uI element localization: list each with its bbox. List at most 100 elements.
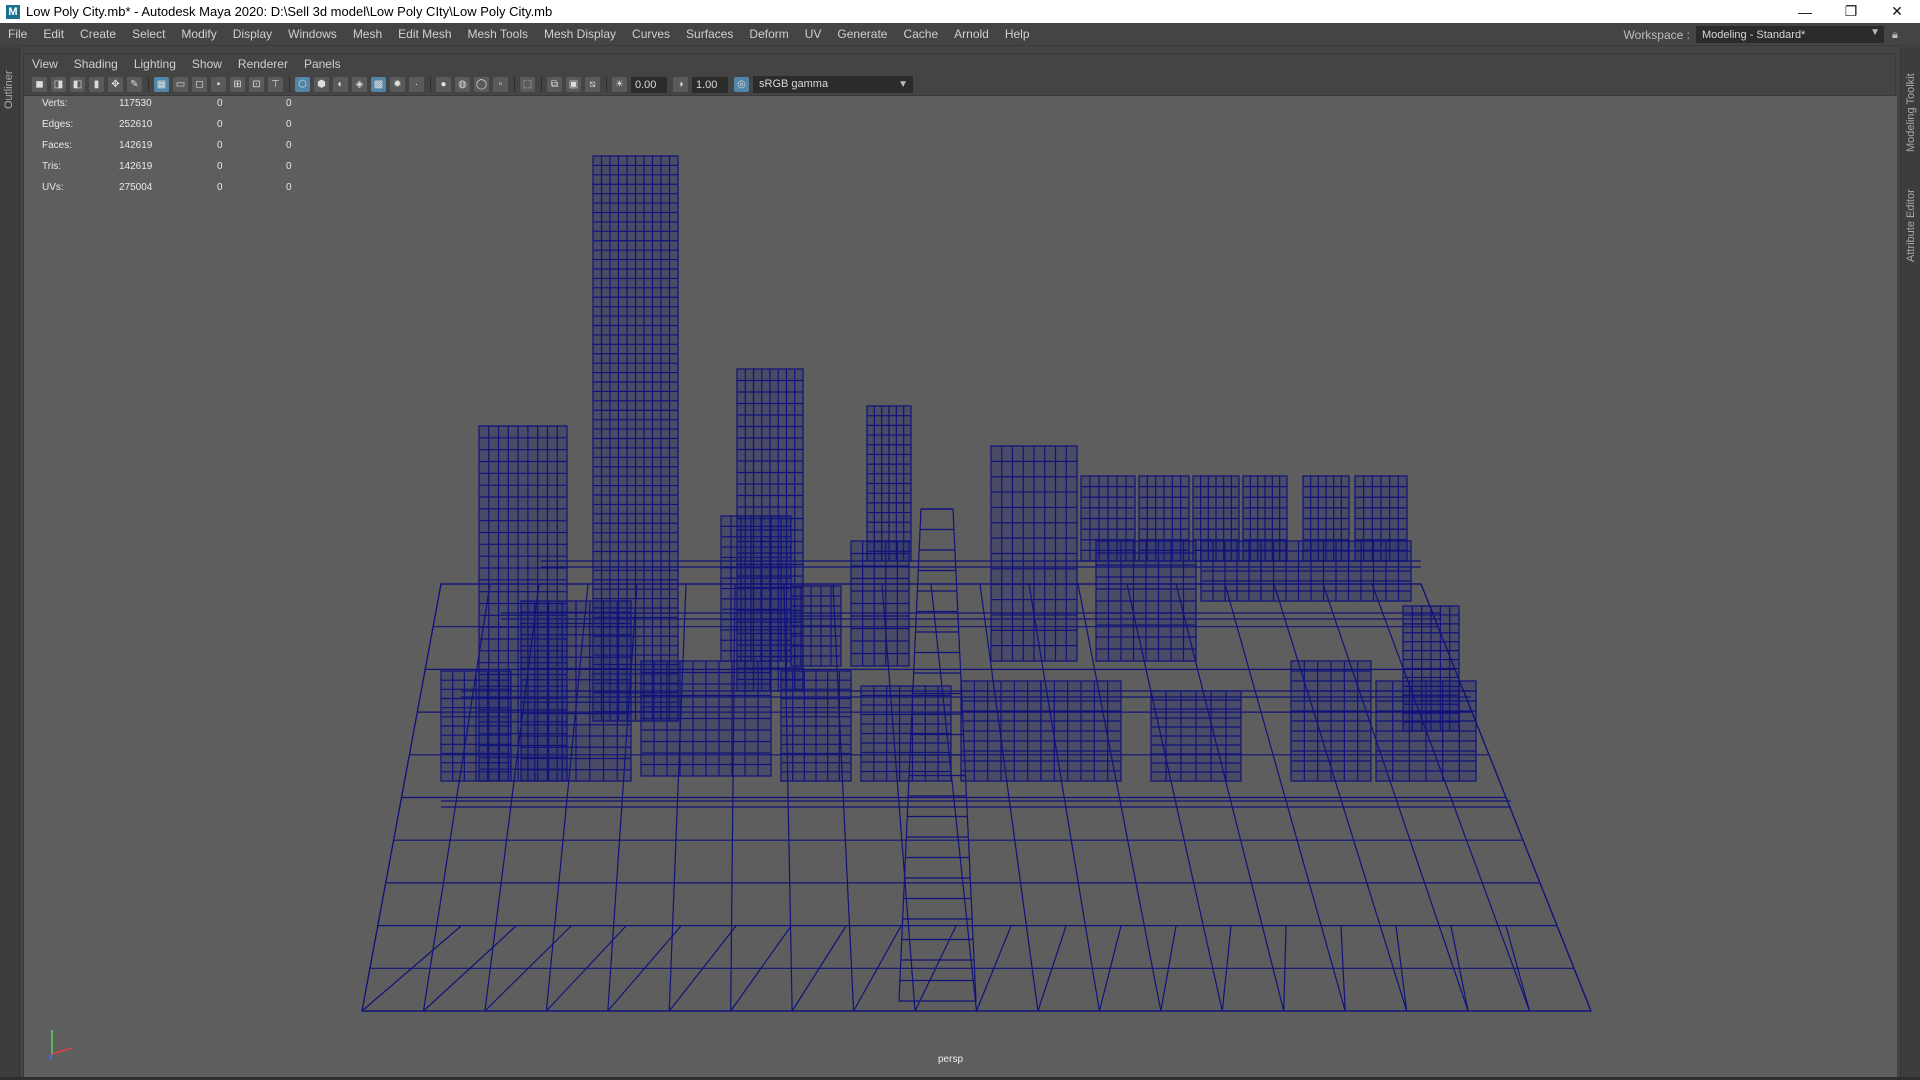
menu-surfaces[interactable]: Surfaces [678, 23, 741, 46]
menu-edit[interactable]: Edit [35, 23, 72, 46]
camera-select-icon[interactable]: ◼ [32, 77, 47, 92]
xray-joints-icon[interactable]: ▣ [566, 77, 581, 92]
lock-icon[interactable]: 🔒︎ [1892, 29, 1902, 41]
hud-value: 0 [286, 182, 292, 193]
attribute-editor-tab[interactable]: Attribute Editor [1905, 189, 1917, 262]
menu-modify[interactable]: Modify [173, 23, 224, 46]
safe-title-icon[interactable]: ⊤ [268, 77, 283, 92]
film-gate-icon[interactable]: ▭ [173, 77, 188, 92]
two-d-pan-icon[interactable]: ✥ [108, 77, 123, 92]
hud-value: 0 [217, 140, 223, 151]
grid-icon[interactable]: ▦ [154, 77, 169, 92]
panel-menu-shading[interactable]: Shading [66, 57, 126, 71]
left-side-strip: Outliner [0, 47, 20, 1078]
menu-mesh-tools[interactable]: Mesh Tools [460, 23, 536, 46]
hud-value: 142619 [119, 161, 153, 172]
menu-deform[interactable]: Deform [741, 23, 796, 46]
menu-cache[interactable]: Cache [895, 23, 946, 46]
title-bar: M Low Poly City.mb* - Autodesk Maya 2020… [0, 0, 1920, 23]
menu-curves[interactable]: Curves [624, 23, 678, 46]
color-management-icon[interactable]: ◎ [734, 77, 749, 92]
menu-mesh-display[interactable]: Mesh Display [536, 23, 624, 46]
panel-menu-lighting[interactable]: Lighting [126, 57, 184, 71]
hud-value: 0 [286, 119, 292, 130]
hud-row-verts: Verts: 117530 0 0 [32, 98, 292, 119]
panel-menu-panels[interactable]: Panels [296, 57, 349, 71]
safe-action-icon[interactable]: ⊡ [249, 77, 264, 92]
hud-row-uvs: UVs: 275004 0 0 [32, 182, 292, 203]
hud-value: 117530 [119, 98, 152, 109]
shadows-icon[interactable]: ✹ [390, 77, 405, 92]
default-material-icon[interactable]: · [409, 77, 424, 92]
workspace-label: Workspace : [1623, 27, 1690, 42]
bookmark-icon[interactable]: ◧ [70, 77, 85, 92]
gate-mask-icon[interactable]: ▪ [211, 77, 226, 92]
workspace-dropdown[interactable]: Modeling - Standard* ▼ [1696, 26, 1884, 43]
view-axis-gizmo [49, 1030, 73, 1061]
hud-label: Edges: [42, 119, 74, 130]
camera-attributes-icon[interactable]: ◨ [51, 77, 66, 92]
workspace-area: Workspace : Modeling - Standard* ▼ 🔒︎ [1624, 23, 1902, 46]
hud-label: Tris: [42, 161, 62, 172]
wireframe-on-shaded-icon[interactable]: ◐ [333, 77, 348, 92]
menu-select[interactable]: Select [124, 23, 173, 46]
poly-count-hud: Verts: 117530 0 0 Edges: 252610 0 0 Face… [32, 98, 292, 203]
field-chart-icon[interactable]: ⊞ [230, 77, 245, 92]
exposure-field[interactable]: 0.00 [631, 76, 667, 93]
hud-row-faces: Faces: 142619 0 0 [32, 140, 292, 161]
color-space-value: sRGB gamma [759, 78, 829, 90]
window-controls: — ❐ ✕ [1782, 0, 1920, 23]
ambient-occlusion-icon[interactable]: ● [436, 77, 451, 92]
viewport-background [24, 96, 1897, 1078]
isolate-select-icon[interactable]: ⬚ [520, 77, 535, 92]
motion-blur-icon[interactable]: ◍ [455, 77, 470, 92]
depth-of-field-icon[interactable]: ▫ [493, 77, 508, 92]
panel-menu-renderer[interactable]: Renderer [230, 57, 296, 71]
camera-name-label: persp [938, 1054, 964, 1065]
gamma-field[interactable]: 1.00 [692, 76, 728, 93]
hud-value: 0 [217, 119, 223, 130]
hud-value: 0 [217, 98, 223, 109]
toolbar-separator [430, 77, 431, 92]
menu-arnold[interactable]: Arnold [946, 23, 997, 46]
panel-menu-show[interactable]: Show [184, 57, 230, 71]
menu-uv[interactable]: UV [797, 23, 830, 46]
menu-generate[interactable]: Generate [829, 23, 895, 46]
modeling-toolkit-tab[interactable]: Modeling Toolkit [1905, 73, 1917, 152]
close-button[interactable]: ✕ [1874, 0, 1920, 23]
xray-components-icon[interactable]: ⧅ [585, 77, 600, 92]
menu-help[interactable]: Help [997, 23, 1038, 46]
resolution-gate-icon[interactable]: ◻ [192, 77, 207, 92]
exposure-icon[interactable]: ☀ [612, 77, 627, 92]
xray-icon[interactable]: ⧉ [547, 77, 562, 92]
z-axis-line [49, 1053, 53, 1061]
use-all-lights-icon[interactable]: ▩ [371, 77, 386, 92]
hud-label: Faces: [42, 140, 73, 151]
restore-button[interactable]: ❐ [1828, 0, 1874, 23]
menu-mesh[interactable]: Mesh [345, 23, 390, 46]
anti-aliasing-icon[interactable]: ◯ [474, 77, 489, 92]
menu-windows[interactable]: Windows [280, 23, 345, 46]
menu-file[interactable]: File [0, 23, 35, 46]
smooth-shade-icon[interactable]: ⬢ [314, 77, 329, 92]
hud-value: 0 [286, 140, 292, 151]
hud-value: 0 [217, 182, 223, 193]
menu-edit-mesh[interactable]: Edit Mesh [390, 23, 459, 46]
textured-icon[interactable]: ◈ [352, 77, 367, 92]
panel-menu-view[interactable]: View [24, 57, 66, 71]
viewport-panel: View Shading Lighting Show Renderer Pane… [23, 53, 1897, 1078]
maya-app-icon: M [6, 4, 20, 19]
minimize-button[interactable]: — [1782, 0, 1828, 23]
workspace-value: Modeling - Standard* [1702, 28, 1806, 41]
gamma-icon[interactable]: ◑ [673, 77, 688, 92]
chevron-down-icon: ▼ [1870, 27, 1880, 38]
image-plane-icon[interactable]: ▮ [89, 77, 104, 92]
menu-display[interactable]: Display [225, 23, 280, 46]
viewport-canvas[interactable] [24, 96, 1897, 1078]
toolbar-separator [514, 77, 515, 92]
menu-create[interactable]: Create [72, 23, 124, 46]
grease-pencil-icon[interactable]: ✎ [127, 77, 142, 92]
outliner-tab[interactable]: Outliner [3, 70, 15, 109]
wireframe-icon[interactable]: ⬡ [295, 77, 310, 92]
color-space-dropdown[interactable]: sRGB gamma ▼ [753, 76, 913, 93]
